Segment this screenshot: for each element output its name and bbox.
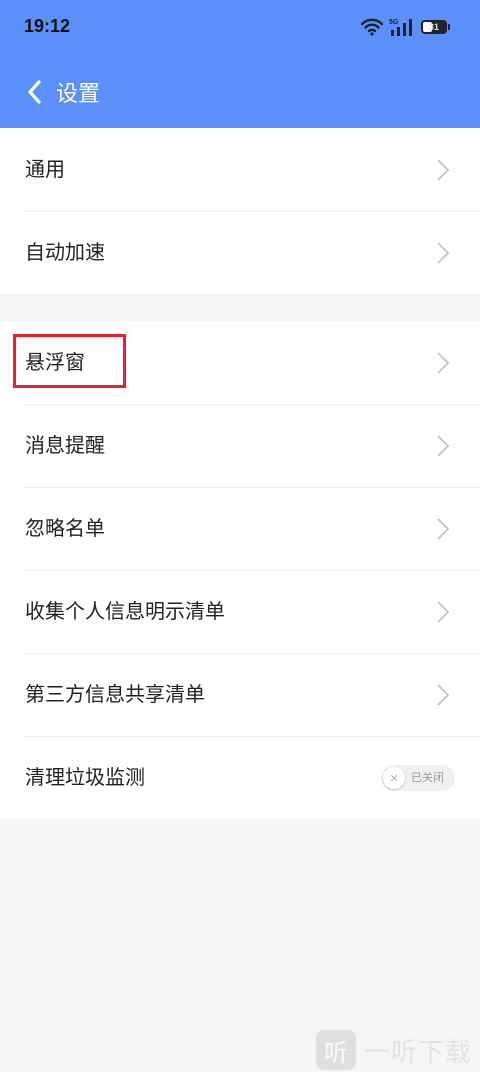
chevron-right-icon [437,435,450,457]
settings-item-label: 忽略名单 [25,516,105,540]
signal-icon: 5G [389,19,412,36]
nav-bar: 设置 [0,56,480,128]
settings-item-third-party-sharing[interactable]: 第三方信息共享清单 [0,653,480,736]
settings-item-label: 清理垃圾监测 [25,765,145,789]
status-bar: 19:12 5G 31 [0,0,480,56]
toggle-state-label: 已关闭 [411,771,444,784]
chevron-right-icon [437,352,450,374]
chevron-right-icon [437,518,450,540]
settings-item-label: 自动加速 [25,240,105,264]
chevron-left-icon [28,80,41,104]
settings-item-label: 第三方信息共享清单 [25,682,205,706]
battery-level: 31 [428,22,439,32]
settings-item-label: 通用 [25,157,65,181]
status-time: 19:12 [24,16,71,36]
settings-item-floating-window[interactable]: 悬浮窗 [0,321,480,404]
watermark-logo: 听 [315,1030,356,1070]
close-icon: ✕ [383,767,405,789]
back-button[interactable] [20,74,52,110]
network-label: 5G [389,19,399,26]
chevron-right-icon [437,601,450,623]
settings-item-junk-monitor: 清理垃圾监测 ✕ 已关闭 [0,736,480,819]
battery-icon: 31 [421,20,447,34]
chevron-right-icon [437,159,450,181]
settings-item-label: 消息提醒 [25,433,105,457]
chevron-right-icon [437,242,450,264]
status-icons: 5G 31 [361,17,450,37]
wifi-icon [361,18,383,36]
watermark: 听 一听下载 [315,1030,472,1070]
app-header: 19:12 5G 31 设置 [0,0,480,128]
settings-item-message-reminder[interactable]: 消息提醒 [0,404,480,487]
settings-item-general[interactable]: 通用 [0,128,480,211]
watermark-text: 一听下载 [363,1037,472,1068]
settings-item-auto-accelerate[interactable]: 自动加速 [0,211,480,294]
settings-item-label: 收集个人信息明示清单 [25,599,225,623]
settings-item-ignore-list[interactable]: 忽略名单 [0,487,480,570]
settings-group-2: 悬浮窗 消息提醒 忽略名单 收集个人信息明示清单 第三方信息共享清单 清理垃圾监… [0,321,480,819]
settings-item-personal-info-list[interactable]: 收集个人信息明示清单 [0,570,480,653]
junk-monitor-toggle[interactable]: ✕ 已关闭 [381,765,455,791]
chevron-right-icon [437,684,450,706]
page-title: 设置 [56,82,101,107]
settings-item-label: 悬浮窗 [25,350,85,374]
settings-group-1: 通用 自动加速 [0,128,480,294]
